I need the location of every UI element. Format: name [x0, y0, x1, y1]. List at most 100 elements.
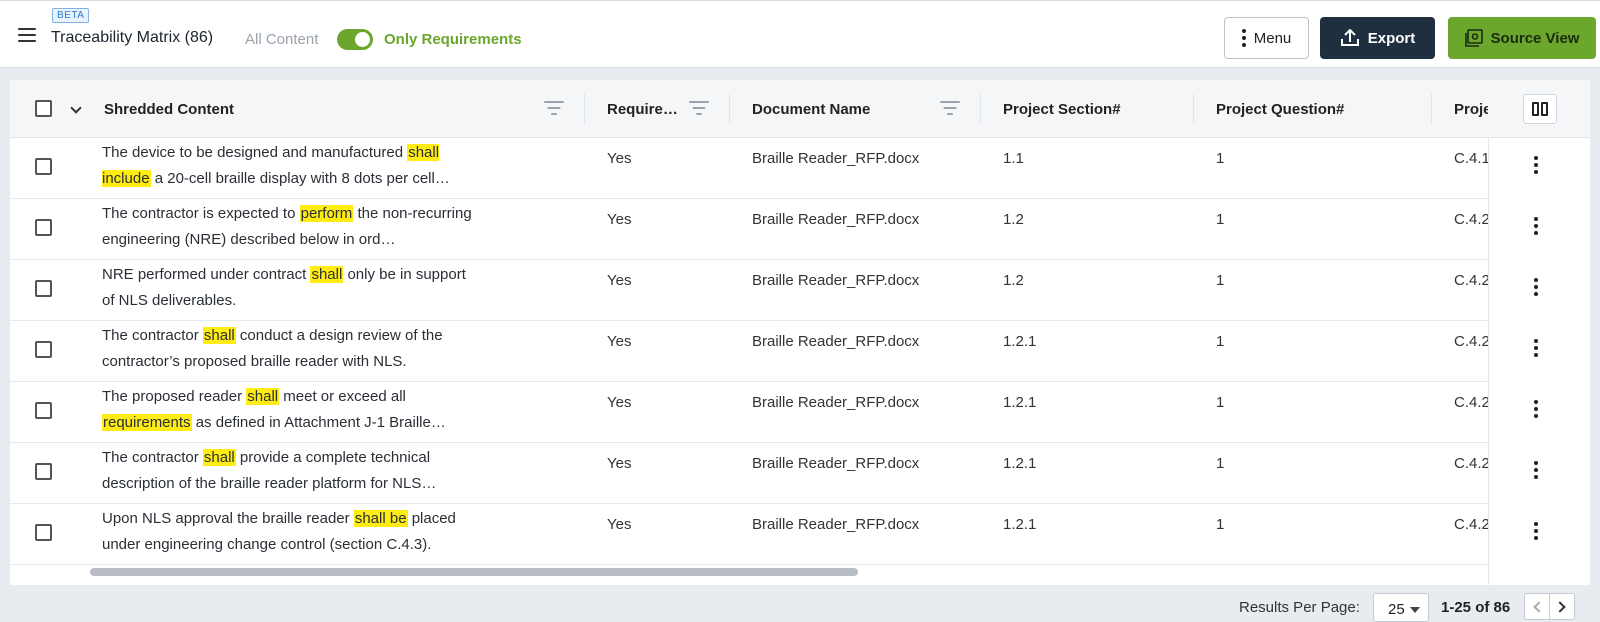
source-view-button-label: Source View [1490, 29, 1580, 47]
row-actions-icon[interactable] [1534, 339, 1538, 357]
content-text: The contractor is expected to [102, 205, 300, 222]
column-header-project-section[interactable]: Project Section# [1003, 80, 1193, 138]
column-header-project[interactable]: Projec [1454, 80, 1488, 138]
project-question-cell: 1 [1216, 272, 1225, 289]
menu-button[interactable]: Menu [1224, 17, 1309, 59]
results-per-page-value: 25 [1388, 601, 1405, 618]
row-checkbox[interactable] [35, 219, 52, 236]
project-cell: C.4.2. N [1454, 272, 1488, 289]
column-header-label: Project Question# [1216, 100, 1345, 118]
source-view-button[interactable]: Source View [1448, 17, 1596, 59]
row-actions-icon[interactable] [1534, 522, 1538, 540]
shredded-content-cell: The contractor shall conduct a design re… [102, 323, 482, 375]
results-per-page-label: Results Per Page: [1239, 599, 1360, 616]
menu-button-label: Menu [1253, 29, 1292, 47]
row-actions-icon[interactable] [1534, 278, 1538, 296]
document-name-cell: Braille Reader_RFP.docx [752, 150, 920, 167]
export-button-label: Export [1367, 29, 1416, 47]
filter-icon[interactable] [689, 101, 709, 115]
table-row[interactable]: The proposed reader shall meet or exceed… [10, 382, 1590, 443]
row-actions-icon[interactable] [1534, 156, 1538, 174]
all-content-label[interactable]: All Content [245, 31, 318, 48]
row-checkbox[interactable] [35, 341, 52, 358]
row-checkbox[interactable] [35, 524, 52, 541]
table-row[interactable]: The contractor shall conduct a design re… [10, 321, 1590, 382]
project-section-cell: 1.2 [1003, 211, 1024, 228]
highlight-keyword: shall be [353, 510, 408, 527]
source-view-icon [1464, 29, 1483, 47]
vertical-dots-icon [1241, 29, 1246, 47]
row-checkbox[interactable] [35, 280, 52, 297]
requirement-cell: Yes [607, 211, 632, 228]
project-cell: C.4.2.1 [1454, 394, 1488, 411]
column-settings-button[interactable] [1523, 94, 1557, 124]
table-row[interactable]: NRE performed under contract shall only … [10, 260, 1590, 321]
select-all-checkbox[interactable] [35, 100, 52, 117]
project-question-cell: 1 [1216, 516, 1225, 533]
project-section-cell: 1.2.1 [1003, 394, 1037, 411]
content-text: as defined in Attachment J-1 Braille… [191, 414, 446, 431]
content-text: The device to be designed and manufactur… [102, 144, 408, 161]
beta-badge: BETA [52, 8, 90, 23]
project-cell: C.4.2.1 [1454, 455, 1488, 472]
content-text: Upon NLS approval the braille reader [102, 510, 354, 527]
row-checkbox[interactable] [35, 158, 52, 175]
table-row[interactable]: The contractor shall provide a complete … [10, 443, 1590, 504]
project-question-cell: 1 [1216, 211, 1225, 228]
requirement-cell: Yes [607, 150, 632, 167]
content-text: The proposed reader [102, 388, 247, 405]
column-divider [584, 94, 585, 124]
pagination-footer: Results Per Page: 25 1-25 of 86 [0, 588, 1600, 622]
row-actions-icon[interactable] [1534, 461, 1538, 479]
shredded-content-cell: Upon NLS approval the braille reader sha… [102, 506, 482, 558]
table-row[interactable]: Upon NLS approval the braille reader sha… [10, 504, 1590, 565]
column-header-label: Project Section# [1003, 100, 1121, 118]
shredded-content-cell: The contractor is expected to perform th… [102, 201, 482, 253]
requirement-cell: Yes [607, 394, 632, 411]
next-page-button[interactable] [1549, 593, 1575, 620]
filter-icon[interactable] [940, 101, 960, 115]
export-button[interactable]: Export [1320, 17, 1435, 59]
horizontal-scrollbar[interactable] [90, 568, 858, 576]
chevron-down-icon[interactable] [70, 102, 82, 114]
filter-icon[interactable] [544, 101, 564, 115]
shredded-content-cell: The proposed reader shall meet or exceed… [102, 384, 482, 436]
highlight-keyword: perform [299, 205, 354, 222]
column-divider [980, 94, 981, 124]
previous-page-button[interactable] [1524, 593, 1550, 620]
column-header-project-question[interactable]: Project Question# [1216, 80, 1431, 138]
row-actions-icon[interactable] [1534, 400, 1538, 418]
column-header-shredded-content[interactable]: Shredded Content [104, 80, 584, 138]
shredded-content-cell: The contractor shall provide a complete … [102, 445, 482, 497]
table-row[interactable]: The contractor is expected to perform th… [10, 199, 1590, 260]
column-header-label: Projec [1454, 100, 1488, 118]
chevron-right-icon [1554, 601, 1566, 613]
upload-icon [1340, 29, 1359, 46]
highlight-keyword: shall [246, 388, 280, 405]
content-filter-toggle[interactable] [337, 29, 373, 50]
project-question-cell: 1 [1216, 333, 1225, 350]
project-section-cell: 1.2.1 [1003, 333, 1037, 350]
project-question-cell: 1 [1216, 394, 1225, 411]
row-actions-icon[interactable] [1534, 217, 1538, 235]
row-checkbox[interactable] [35, 463, 52, 480]
requirement-cell: Yes [607, 333, 632, 350]
column-divider [729, 94, 730, 124]
project-question-cell: 1 [1216, 455, 1225, 472]
highlight-keyword: requirements [102, 414, 192, 431]
row-checkbox[interactable] [35, 402, 52, 419]
highlight-keyword: shall [310, 266, 344, 283]
content-text: NRE performed under contract [102, 266, 311, 283]
results-per-page-select[interactable]: 25 [1373, 593, 1429, 622]
hamburger-menu-icon[interactable] [18, 28, 36, 42]
requirement-cell: Yes [607, 516, 632, 533]
project-section-cell: 1.2.1 [1003, 516, 1037, 533]
column-header-requirement[interactable]: Require… [607, 80, 729, 138]
table-row[interactable]: The device to be designed and manufactur… [10, 138, 1590, 199]
requirement-cell: Yes [607, 455, 632, 472]
column-header-document-name[interactable]: Document Name [752, 80, 980, 138]
requirement-cell: Yes [607, 272, 632, 289]
chevron-left-icon [1533, 601, 1545, 613]
only-requirements-label[interactable]: Only Requirements [384, 31, 522, 48]
column-header-label: Document Name [752, 100, 871, 118]
